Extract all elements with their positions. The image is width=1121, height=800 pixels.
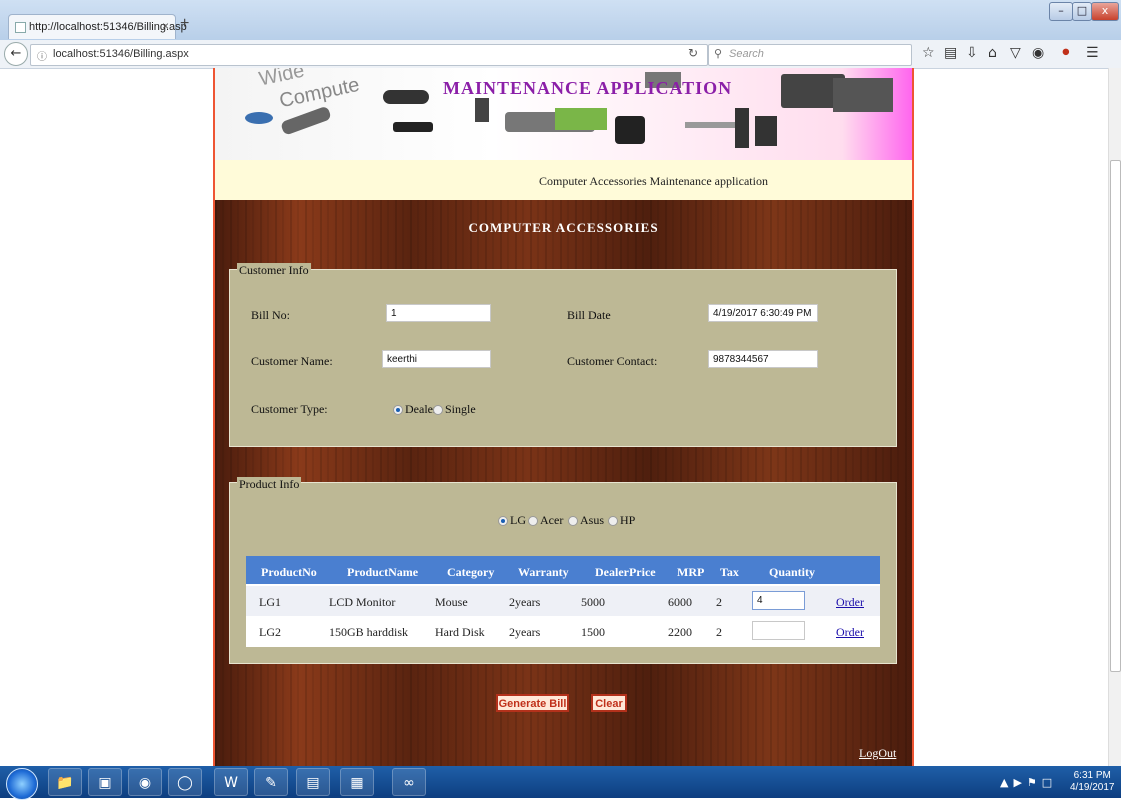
radio-unselected-icon [433, 405, 443, 416]
tab-close-icon[interactable]: × [162, 19, 169, 33]
start-button-icon[interactable] [6, 768, 38, 800]
product-info-legend: Product Info [237, 477, 302, 492]
cell-warranty: 2years [509, 595, 541, 609]
brand-lg-radio[interactable]: LG [498, 513, 526, 528]
brand-hp-radio[interactable]: HP [608, 513, 635, 528]
extension-icon[interactable]: ◉ [1032, 45, 1044, 61]
customer-name-label: Customer Name: [251, 354, 333, 368]
cell-warranty: 2years [509, 625, 541, 639]
word-icon[interactable]: W [214, 768, 248, 796]
column-header: ProductName [347, 565, 419, 579]
reload-icon[interactable]: ↻ [688, 46, 698, 60]
new-tab-button[interactable]: + [180, 15, 189, 33]
customer-type-label: Customer Type: [251, 402, 328, 416]
customer-contact-field[interactable]: 9878344567 [708, 350, 818, 368]
window-close-button[interactable]: x [1091, 2, 1119, 21]
taskbar-clock[interactable]: 6:31 PM 4/19/2017 [1070, 770, 1115, 794]
back-arrow-icon[interactable]: ← [4, 42, 28, 66]
customer-type-single-radio[interactable]: Single [433, 402, 476, 417]
clock-date: 4/19/2017 [1070, 782, 1115, 793]
cell-product-no: LG2 [259, 625, 281, 639]
column-header: Tax [720, 565, 739, 579]
cell-mrp: 2200 [668, 625, 692, 639]
customer-info-legend: Customer Info [237, 263, 311, 278]
system-tray-icons[interactable]: ▲▶⚑□ [1000, 776, 1057, 789]
column-header: Category [447, 565, 495, 579]
radio-selected-icon [393, 405, 403, 416]
brand-acer-radio[interactable]: Acer [528, 513, 563, 528]
search-icon: ⚲ [714, 48, 723, 60]
column-header: Warranty [518, 565, 569, 579]
site-info-icon[interactable]: ⓘ [37, 48, 47, 63]
cell-tax: 2 [716, 625, 722, 639]
banner-title: MAINTENANCE APPLICATION [443, 78, 733, 98]
radio-selected-icon [498, 516, 508, 527]
browser-tab[interactable]: http://localhost:51346/Billing.asp × [8, 14, 187, 39]
order-link[interactable]: Order [836, 595, 864, 610]
radio-unselected-icon [568, 516, 578, 527]
address-bar[interactable]: ⓘ localhost:51346/Billing.aspx [30, 44, 708, 66]
cell-product-name: 150GB harddisk [329, 625, 408, 639]
logout-link[interactable]: LogOut [859, 746, 896, 761]
generate-bill-button[interactable]: Generate Bill [496, 694, 569, 712]
customer-type-dealer-radio[interactable]: Dealer [393, 402, 437, 417]
radio-unselected-icon [528, 516, 538, 527]
clock-time: 6:31 PM [1073, 770, 1111, 781]
pocket-icon[interactable]: ▽ [1010, 45, 1021, 61]
visual-studio-icon[interactable]: ∞ [392, 768, 426, 796]
home-icon[interactable]: ⌂ [988, 45, 997, 61]
page-heading: COMPUTER ACCESSORIES [468, 220, 659, 235]
address-url: localhost:51346/Billing.aspx [53, 48, 189, 60]
cell-category: Mouse [435, 595, 468, 609]
bill-date-field[interactable]: 4/19/2017 6:30:49 PM [708, 304, 818, 322]
page-content: Wide Compute MAINTENANCE APPLICATION Com… [213, 68, 914, 766]
bill-no-label: Bill No: [251, 308, 291, 322]
menu-icon[interactable]: ☰ [1086, 45, 1099, 61]
quantity-input[interactable] [752, 621, 805, 640]
scrollbar-thumb[interactable] [1110, 160, 1121, 672]
customer-contact-label: Customer Contact: [567, 354, 658, 368]
brand-asus-radio[interactable]: Asus [568, 513, 604, 528]
bookmark-star-icon[interactable]: ☆ [922, 45, 935, 61]
page-favicon-icon [15, 22, 26, 33]
bill-date-label: Bill Date [567, 308, 611, 322]
cell-product-name: LCD Monitor [329, 595, 396, 609]
column-header: Quantity [769, 565, 816, 579]
reading-list-icon[interactable]: ▤ [944, 45, 957, 61]
column-header: ProductNo [261, 565, 317, 579]
cell-product-no: LG1 [259, 595, 281, 609]
cell-dealer-price: 1500 [581, 625, 605, 639]
order-link[interactable]: Order [836, 625, 864, 640]
window-minimize-button[interactable]: – [1049, 2, 1073, 21]
excel-icon[interactable]: ▦ [340, 768, 374, 796]
bill-no-field[interactable]: 1 [386, 304, 491, 322]
downloads-icon[interactable]: ⇩ [966, 45, 978, 61]
chrome-icon[interactable]: ◯ [168, 768, 202, 796]
customer-name-field[interactable]: keerthi [382, 350, 491, 368]
app-subtitle: Computer Accessories Maintenance applica… [539, 174, 768, 188]
cell-tax: 2 [716, 595, 722, 609]
cell-category: Hard Disk [435, 625, 485, 639]
outlook-icon[interactable]: ▣ [88, 768, 122, 796]
search-input[interactable]: ⚲ Search [708, 44, 912, 66]
search-placeholder: Search [729, 48, 764, 60]
shield-icon[interactable]: ⚫ [1060, 45, 1072, 61]
folder-icon[interactable]: 📁 [48, 768, 82, 796]
radio-unselected-icon [608, 516, 618, 527]
firefox-icon[interactable]: ◉ [128, 768, 162, 796]
column-header: DealerPrice [595, 565, 656, 579]
column-header: MRP [677, 565, 705, 579]
banner-image: Wide Compute MAINTENANCE APPLICATION [215, 68, 912, 160]
clear-button[interactable]: Clear [591, 694, 627, 712]
quantity-input[interactable]: 4 [752, 591, 805, 610]
window-maximize-button[interactable]: □ [1072, 2, 1092, 21]
cell-mrp: 6000 [668, 595, 692, 609]
cell-dealer-price: 5000 [581, 595, 605, 609]
paint-icon[interactable]: ✎ [254, 768, 288, 796]
notepad-icon[interactable]: ▤ [296, 768, 330, 796]
